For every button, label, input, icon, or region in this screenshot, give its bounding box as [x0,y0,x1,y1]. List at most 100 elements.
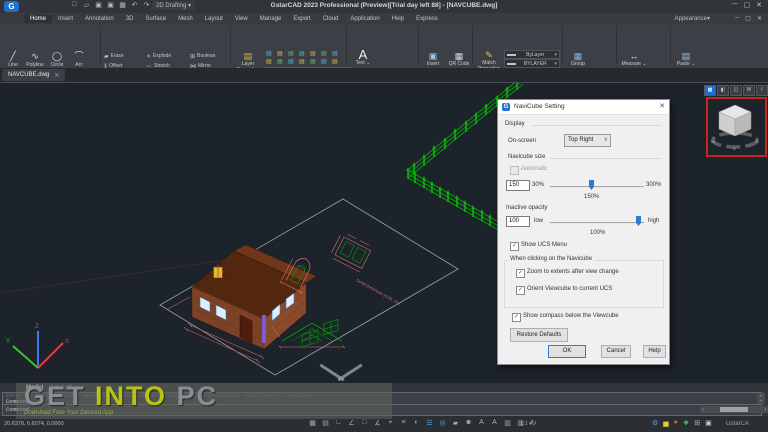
document-tab[interactable]: NAVCUBE.dwg ✕ [2,69,65,81]
tab-manage[interactable]: Manage [254,15,288,23]
arc-button[interactable]: ⌒Arc [68,51,90,68]
selection-cycling-icon[interactable]: ☰ [425,419,434,427]
tab-3d[interactable]: 3D [120,15,140,23]
watermark-chevron [318,362,362,384]
group-button[interactable]: ▦ Group [566,51,590,67]
user-icon[interactable]: ☻ [464,419,473,427]
chevron-down-icon: ∨ [604,135,608,146]
polyline-button[interactable]: ∿Polyline [24,51,46,68]
minimize-button[interactable]: ─ [733,1,738,9]
size-slider-thumb[interactable] [589,180,594,190]
osnap-icon[interactable]: □ [360,419,369,427]
navicube[interactable]: W S E [708,99,762,151]
opacity-input[interactable]: 100 [506,216,530,227]
automatic-checkbox[interactable] [510,166,519,175]
network-icon[interactable]: ▅ [663,419,668,427]
opacity-slider-track[interactable] [550,222,644,224]
viewcube-3d-icon[interactable]: ◧ [717,85,729,96]
command-scrollbar-horizontal[interactable]: ‹ › [700,406,768,413]
tab-help[interactable]: Help [386,15,410,23]
explode-button[interactable]: ✶Explode [146,51,190,61]
size-input[interactable]: 150 [506,180,530,191]
coordinates-readout: 20.6378, 6.6074, 0.0000 [4,421,64,427]
zoom-extents-checkbox[interactable]: ✓ [516,269,525,278]
color-control[interactable]: ByLayer▾ [504,50,560,59]
status-tray: ⚙ ▅ ● ❖ ⊞ ▣ [652,419,712,427]
lineweight-control[interactable]: BYLAYER▾ [504,59,560,68]
size-slider-track[interactable] [550,186,644,188]
watermark: GET INTO PC Download Free Your Desired A… [16,383,392,419]
dyn-input-icon[interactable]: ⌖ [386,419,395,427]
tab-insert[interactable]: Insert [52,15,79,23]
tab-layout[interactable]: Layout [199,15,229,23]
scrollbar-thumb[interactable] [720,407,748,412]
annotation-scale-icon[interactable]: A [477,419,486,427]
grid-icon[interactable]: ▤ [321,419,330,427]
settings-gear-icon[interactable]: ⚙ [652,419,658,427]
annotation-scale-control[interactable]: 1:1 ▾ [520,421,532,427]
svg-text:Z: Z [35,324,39,330]
doc-minimize-button[interactable]: ─ [735,15,739,22]
tab-view[interactable]: View [229,15,254,23]
annotation-visibility-icon[interactable]: A [490,419,499,427]
cloud-sync-icon[interactable]: ❖ [683,419,689,427]
lineweight-icon[interactable]: ≡ [399,419,408,427]
close-button[interactable]: ✕ [756,1,762,9]
doc-close-button[interactable]: ✕ [757,15,762,22]
click-group-label: When clicking on the Navicube [508,256,594,262]
help-button[interactable]: Help [643,345,666,358]
polar-icon[interactable]: ∠ [347,419,356,427]
dialog-title-bar[interactable]: G NaviCube Setting ✕ [498,100,669,115]
paste-button[interactable]: ▤ Paste ⌄ [674,51,698,67]
ortho-icon[interactable]: ∟ [334,419,343,427]
line-button[interactable]: ╱Line [2,51,24,68]
boolean-button[interactable]: ⊞Boolean [190,51,230,61]
ucs-icon: Z X Y [6,324,69,368]
close-tab-icon[interactable]: ✕ [54,72,59,79]
orient-ucs-checkbox[interactable]: ✓ [516,286,525,295]
tab-express[interactable]: Express [410,15,444,23]
workspace-icon[interactable]: ▰ [451,419,460,427]
svg-text:E: E [756,139,759,144]
snap-icon[interactable]: ▦ [308,419,317,427]
otrack-icon[interactable]: ∡ [373,419,382,427]
dialog-close-icon[interactable]: ✕ [659,102,665,110]
ok-button[interactable]: OK [548,345,586,358]
circle-button[interactable]: ◯Circle [46,51,68,68]
viewport-grid-icon[interactable]: ▩ [704,85,716,96]
appearance-menu[interactable]: Appearance▾ [675,15,710,22]
license-bulb-icon[interactable]: ● [674,419,678,427]
pan-view-icon[interactable]: ◱ [730,85,742,96]
quick-view-icon[interactable]: ◎ [438,419,447,427]
opacity-slider-thumb[interactable] [636,216,641,226]
tab-surface[interactable]: Surface [139,15,172,23]
ribbon: ╱Line∿Polyline◯Circle⌒Arc ▰Erase✶Explode… [0,24,768,68]
text-button[interactable]: A Text ⌄ [352,50,374,66]
tab-cloud[interactable]: Cloud [317,15,345,23]
app-store-icon[interactable]: ⊞ [694,419,700,427]
info-icon[interactable]: I [756,85,768,96]
doc-restore-button[interactable]: ▢ [745,15,751,22]
tab-export[interactable]: Export [287,15,316,23]
wcs-icon[interactable]: W [743,85,755,96]
show-ucs-checkbox[interactable]: ✓ [510,242,519,251]
opacity-current-label: 100% [590,230,605,236]
cancel-button[interactable]: Cancel [601,345,631,358]
restore-button[interactable]: ▢ [744,1,751,9]
tab-mesh[interactable]: Mesh [172,15,199,23]
tab-annotation[interactable]: Annotation [79,15,120,23]
scroll-left-icon[interactable]: ‹ [702,407,704,413]
window-icon[interactable]: ▣ [705,419,712,427]
insert-block-button[interactable]: ▣ Insert [422,51,444,67]
tab-application[interactable]: Application [344,15,385,23]
restore-defaults-button[interactable]: Restore Defaults [510,328,568,342]
transparency-icon[interactable]: ◐ [412,419,421,427]
show-compass-checkbox[interactable]: ✓ [512,313,521,322]
onscreen-dropdown[interactable]: Top Right ∨ [564,134,611,147]
scroll-right-icon[interactable]: › [764,407,766,413]
erase-button[interactable]: ▰Erase [104,51,146,61]
command-scrollbar-vertical[interactable]: ˄˅ [757,393,765,404]
measure-button[interactable]: ↔ Measure ⌄ [620,51,648,67]
sheet1-icon[interactable]: ▥ [503,419,512,427]
tab-home[interactable]: Home [24,15,52,23]
